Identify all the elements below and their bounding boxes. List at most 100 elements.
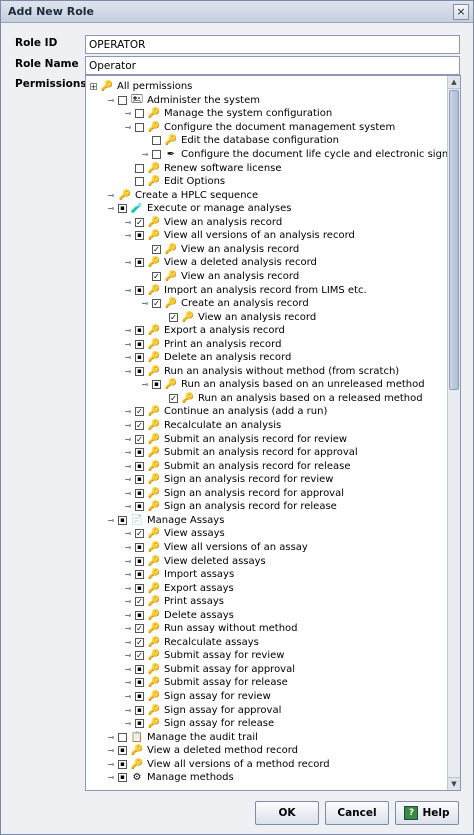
checked-checkbox[interactable]: ✓	[135, 421, 144, 430]
node-handle-icon[interactable]: ⊸	[107, 746, 115, 755]
tree-node[interactable]: ⊸ ▪ 🔑 Import an analysis record from LIMS e…	[124, 283, 367, 297]
tree-node[interactable]: ⊸ ▪ 🔑 Sign assay for release	[124, 717, 275, 731]
node-handle-icon[interactable]: ⊸	[124, 340, 132, 349]
partial-checkbox[interactable]: ▪	[135, 664, 144, 674]
checked-checkbox[interactable]: ✓	[135, 624, 144, 634]
tree-node[interactable]: ⊸ 📋 Manage the audit trail	[107, 730, 258, 744]
tree-node[interactable]: ⊸ ✓ 🔑 Print assays	[124, 595, 224, 609]
tree-node[interactable]: ⊸ ▪ 🔑 Submit assay for release	[124, 676, 288, 690]
scroll-up-arrow[interactable]: ▲	[448, 76, 460, 89]
node-handle-icon[interactable]: ⊸	[124, 624, 132, 633]
collapse-toggle-icon[interactable]: ⊸	[141, 380, 149, 389]
scroll-thumb[interactable]	[449, 90, 459, 390]
tree-node[interactable]: ⊸ ▪ 🔑 Import assays	[124, 568, 235, 582]
tree-node[interactable]: ⊸ ▪ 🔑 View a deleted method record	[107, 744, 298, 758]
checked-checkbox[interactable]: ✓	[169, 312, 178, 322]
node-handle-icon[interactable]: ⊸	[124, 665, 132, 674]
partial-checkbox[interactable]: ▪	[135, 231, 144, 241]
checked-checkbox[interactable]: ✓	[135, 529, 144, 539]
tree-node[interactable]: ⊸ ▪ 🔑 Delete an analysis record	[124, 351, 292, 365]
partial-checkbox[interactable]: ▪	[135, 678, 144, 688]
node-handle-icon[interactable]: ⊸	[124, 353, 132, 362]
role-id-input[interactable]	[85, 35, 460, 54]
checked-checkbox[interactable]: ✓	[169, 393, 178, 403]
tree-node[interactable]: ⊸ ✓ 🔑 Submit an analysis record for review	[124, 432, 347, 446]
partial-checkbox[interactable]: ▪	[135, 692, 144, 701]
partial-checkbox[interactable]: ▪	[135, 339, 144, 349]
tree-node[interactable]: ⊸ ▪ 🔑 Sign assay for review	[124, 690, 271, 704]
checked-checkbox[interactable]: ✓	[152, 244, 161, 254]
tree-node[interactable]: ⊸ ✓ 🔑 Recalculate an analysis	[124, 419, 282, 433]
tree-node[interactable]: ⊸ ▪ 🔑 Export assays	[124, 581, 234, 595]
close-button[interactable]: ×	[453, 3, 469, 20]
tree-node[interactable]: ⊸ ▪ 🔑 Print an analysis record	[124, 337, 282, 351]
empty-checkbox[interactable]	[135, 177, 144, 187]
tree-node[interactable]: ⊸ 🔑 Configure the document management syst…	[124, 121, 396, 135]
empty-checkbox[interactable]	[135, 122, 144, 132]
partial-checkbox[interactable]: ▪	[135, 475, 144, 485]
node-handle-icon[interactable]: ⊸	[124, 407, 132, 416]
tree-node[interactable]: 🔑 Edit Options	[124, 175, 225, 189]
checked-checkbox[interactable]: ✓	[135, 597, 144, 607]
partial-checkbox[interactable]: ▪	[135, 610, 144, 620]
partial-checkbox[interactable]: ▪	[118, 759, 127, 769]
empty-checkbox[interactable]	[118, 732, 127, 742]
node-handle-icon[interactable]: ⊸	[107, 760, 115, 769]
tree-node[interactable]: ⊸ ▪ 🔑 View deleted assays	[124, 554, 266, 568]
node-handle-icon[interactable]: ⊸	[124, 638, 132, 647]
partial-checkbox[interactable]: ▪	[118, 204, 127, 214]
tree-node[interactable]: ⊸ ✓ 🔑 Continue an analysis (add a run)	[124, 405, 328, 419]
tree-node[interactable]: ⊸ ▪ 🔑 Export a analysis record	[124, 324, 285, 338]
tree-node[interactable]: ⊸ ▪ 📄 Manage Assays	[107, 514, 225, 528]
tree-node[interactable]: ⊸ ▪ 🔑 Submit assay for approval	[124, 663, 295, 677]
collapse-toggle-icon[interactable]: ⊸	[107, 204, 115, 213]
vertical-scrollbar[interactable]: ▲ ▼	[447, 76, 460, 790]
partial-checkbox[interactable]: ▪	[135, 353, 144, 363]
tree-node[interactable]: ⊸ 🔑 Manage the system configuration	[124, 107, 333, 121]
empty-checkbox[interactable]	[152, 150, 161, 159]
node-handle-icon[interactable]: ⊸	[124, 529, 132, 538]
collapse-toggle-icon[interactable]: ⊸	[124, 123, 132, 132]
partial-checkbox[interactable]: ▪	[135, 502, 144, 512]
tree-node[interactable]: ⊸ ▪ 🔑 Run an analysis based on an unrelease…	[141, 378, 425, 392]
tree-node[interactable]: ⊸ ▪ 🔑 Sign an analysis record for release	[124, 500, 337, 514]
node-handle-icon[interactable]: ⊸	[107, 733, 115, 742]
partial-checkbox[interactable]: ▪	[118, 746, 127, 756]
ok-button[interactable]: OK	[255, 801, 319, 825]
partial-checkbox[interactable]: ▪	[118, 773, 127, 783]
tree-node[interactable]: ✓ 🔑 View an analysis record	[158, 310, 316, 324]
node-handle-icon[interactable]: ⊸	[124, 651, 132, 660]
node-handle-icon[interactable]: ⊸	[124, 489, 132, 498]
node-handle-icon[interactable]: ⊸	[107, 191, 115, 200]
partial-checkbox[interactable]: ▪	[135, 556, 144, 566]
node-handle-icon[interactable]: ⊸	[124, 570, 132, 579]
collapse-toggle-icon[interactable]: ⊸	[124, 231, 132, 240]
empty-checkbox[interactable]	[152, 136, 161, 146]
node-handle-icon[interactable]: ⊸	[124, 435, 132, 444]
checked-checkbox[interactable]: ✓	[135, 217, 144, 227]
tree-node[interactable]: ⊸ ▪ 🔑 Submit an analysis record for approva…	[124, 446, 358, 460]
collapse-toggle-icon[interactable]: ⊸	[107, 516, 115, 525]
tree-node[interactable]: ⊸ ▪ 🔑 Sign an analysis record for approval	[124, 487, 344, 501]
tree-node[interactable]: ⊸ ▪ 🔑 Run an analysis without method (from …	[124, 365, 400, 379]
tree-node[interactable]: ⊸ ✓ 🔑 Recalculate assays	[124, 636, 259, 650]
partial-checkbox[interactable]: ▪	[135, 258, 144, 268]
node-handle-icon[interactable]: ⊸	[124, 584, 132, 593]
node-handle-icon[interactable]: ⊸	[124, 448, 132, 457]
partial-checkbox[interactable]: ▪	[135, 285, 144, 295]
tree-node[interactable]: ⊸ ✓ 🔑 Create an analysis record	[141, 297, 309, 311]
checked-checkbox[interactable]: ✓	[135, 637, 144, 647]
partial-checkbox[interactable]: ▪	[135, 705, 144, 715]
node-handle-icon[interactable]: ⊸	[141, 150, 149, 159]
tree-node[interactable]: ⊸ ▪ 🔑 View a deleted analysis record	[124, 256, 317, 270]
node-handle-icon[interactable]: ⊸	[124, 557, 132, 566]
cancel-button[interactable]: Cancel	[325, 801, 389, 825]
node-handle-icon[interactable]: ⊸	[124, 597, 132, 606]
tree-node[interactable]: ⊸ ✓ 🔑 Submit assay for review	[124, 649, 285, 663]
tree-node[interactable]: ⊸ ▪ 🔑 View all versions of an assay	[124, 541, 308, 555]
node-handle-icon[interactable]: ⊸	[124, 109, 132, 118]
tree-node[interactable]: ⊸ ✓ 🔑 View assays	[124, 527, 225, 541]
tree-node[interactable]: ⊸ ▪ 🔑 Sign assay for approval	[124, 703, 282, 717]
checked-checkbox[interactable]: ✓	[135, 407, 144, 417]
tree-node[interactable]: ✓ 🔑 View an analysis record	[141, 270, 299, 284]
